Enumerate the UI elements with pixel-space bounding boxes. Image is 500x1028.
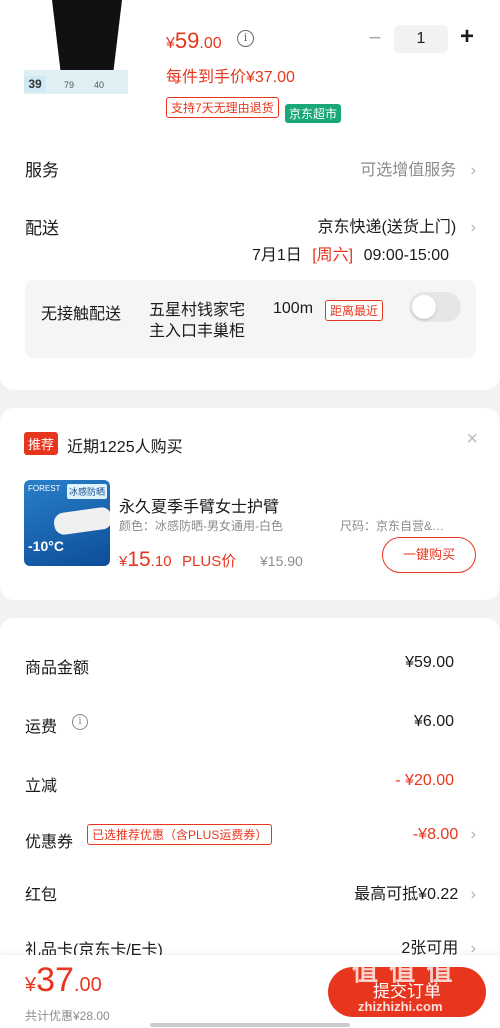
sleeve-image: [52, 506, 110, 536]
close-icon[interactable]: ×: [466, 428, 478, 451]
summary-label-1: 运费: [25, 719, 58, 736]
recommend-price-decimal: .10: [150, 553, 172, 570]
recommend-badge: 推荐: [24, 432, 59, 455]
service-label: 服务: [25, 161, 59, 180]
contactless-toggle[interactable]: [409, 292, 461, 322]
plus-price-label: PLUS价: [182, 553, 237, 570]
contactless-box: 无接触配送 五星村钱家宅 主入口丰巢柜 100m 距离最近: [25, 280, 476, 358]
home-indicator: [150, 1023, 350, 1027]
thumb-brand: FOREST: [28, 484, 61, 493]
summary-value-0: ¥59.00: [405, 654, 454, 671]
summary-label-0: 商品金额: [25, 660, 90, 677]
recommend-title: 近期1225人购买: [67, 439, 183, 456]
chevron-right-icon: ›: [470, 162, 476, 179]
price-decimal: .00: [199, 35, 222, 52]
watermark-text: 值 值 值: [352, 956, 455, 986]
chevron-right-icon: ›: [470, 826, 476, 843]
info-icon[interactable]: i: [72, 714, 88, 730]
recommend-thumbnail[interactable]: FOREST 冰感防晒 -10°C: [24, 480, 110, 566]
price-symbol: ¥: [166, 35, 175, 52]
thumb-stat-1: 79: [64, 80, 75, 90]
chevron-right-icon: ›: [470, 886, 476, 903]
quantity-input[interactable]: 1: [394, 25, 448, 53]
toggle-knob: [412, 295, 436, 319]
coupon-tag: 已选推荐优惠（含PLUS运费券）: [87, 824, 273, 845]
product-thumbnail[interactable]: 39 79 40: [24, 0, 128, 94]
return-policy-tag: 支持7天无理由退货: [166, 97, 279, 118]
recommend-orig-price: ¥15.90: [260, 553, 303, 569]
total-price: ¥37.00: [25, 961, 102, 1000]
delivery-weekday: [周六]: [312, 247, 354, 264]
recommend-price-integer: 15: [127, 548, 151, 571]
watermark: 值 值 值: [352, 951, 454, 988]
recommend-product-name[interactable]: 永久夏季手臂女士护臂: [119, 493, 279, 517]
quantity-minus-button[interactable]: −: [364, 25, 386, 51]
summary-label-4: 红包: [25, 887, 58, 904]
buy-now-button[interactable]: 一键购买: [382, 537, 476, 573]
recommend-spec-size: 尺码：京东自营&…: [340, 519, 445, 533]
service-value: 可选增值服务: [360, 162, 457, 179]
contactless-label: 无接触配送: [41, 306, 122, 323]
thumb-tag: 冰感防晒: [66, 484, 107, 499]
price-integer: 59: [174, 28, 200, 53]
delivery-method-row[interactable]: 京东快递(送货上门) ›: [318, 213, 476, 237]
service-row[interactable]: 可选增值服务 ›: [360, 156, 476, 180]
info-icon[interactable]: i: [237, 30, 254, 47]
delivery-label: 配送: [25, 219, 59, 238]
saved-text: 共计优惠¥28.00: [25, 1009, 110, 1023]
summary-value-2: - ¥20.00: [395, 772, 454, 789]
recommend-card: 推荐 近期1225人购买 × FOREST 冰感防晒 -10°C 永久夏季手臂女…: [0, 408, 500, 600]
total-decimal: .00: [73, 974, 102, 996]
total-symbol: ¥: [25, 974, 37, 996]
shirt-image: [52, 0, 122, 70]
total-saved: 共计优惠¥28.00: [25, 1007, 110, 1024]
summary-label-2: 立减: [25, 778, 58, 795]
delivery-slot: 09:00-15:00: [363, 247, 449, 264]
summary-value-4: 最高可抵¥0.22: [354, 886, 459, 903]
delivery-method: 京东快递(送货上门): [317, 219, 457, 236]
contactless-location: 五星村钱家宅 主入口丰巢柜: [149, 302, 246, 340]
summary-value-1: ¥6.00: [413, 713, 454, 730]
coupon-row[interactable]: -¥8.00 ›: [413, 826, 476, 844]
nearest-tag: 距离最近: [325, 300, 384, 321]
contactless-distance: 100m: [273, 300, 314, 317]
recommend-spec-color: 颜色：冰感防晒-男女通用-白色: [119, 519, 283, 533]
thumb-temp: -10°C: [28, 538, 64, 554]
watermark-site: zhizhizhi.com: [358, 999, 443, 1014]
per-item-price: 每件到手价¥37.00: [166, 69, 295, 86]
bottom-bar: ¥37.00 共计优惠¥28.00 提交订单 值 值 值 zhizhizhi.c…: [0, 955, 500, 1028]
product-price: ¥59.00: [166, 28, 222, 54]
thumb-stat-2: 40: [94, 80, 105, 90]
recommend-price: ¥15.10 PLUS价: [119, 548, 236, 572]
red-packet-row[interactable]: 最高可抵¥0.22 ›: [354, 880, 476, 904]
total-integer: 37: [36, 961, 74, 999]
delivery-date: 7月1日: [251, 247, 302, 264]
delivery-time[interactable]: 7月1日 [周六] 09:00-15:00: [252, 241, 449, 265]
chevron-right-icon: ›: [470, 219, 476, 236]
summary-value-3: -¥8.00: [412, 826, 459, 843]
summary-label-3: 优惠券: [25, 834, 74, 851]
thumb-badge: 39: [24, 76, 46, 92]
product-card: 39 79 40 ¥59.00 i − 1 + 每件到手价¥37.00 支持7天…: [0, 0, 500, 390]
quantity-plus-button[interactable]: +: [456, 23, 478, 51]
supermarket-tag: 京东超市: [285, 104, 342, 123]
